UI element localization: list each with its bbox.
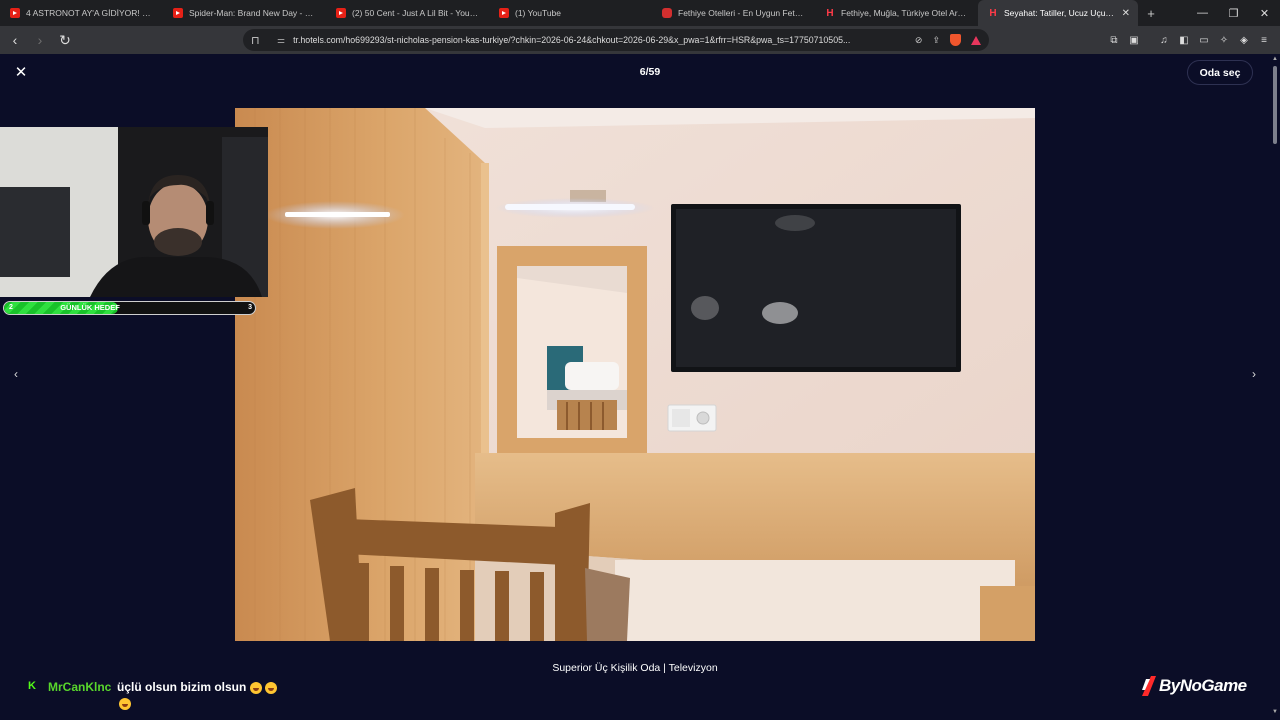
reload-icon[interactable]: ↻ xyxy=(55,30,75,50)
scroll-down-icon[interactable]: ▼ xyxy=(1272,709,1278,715)
goal-target: 3 xyxy=(248,304,252,311)
browser-tab[interactable]: (2) 50 Cent - Just A Lil Bit - YouTube xyxy=(326,0,489,26)
next-photo-icon[interactable]: › xyxy=(1245,365,1263,383)
brave-rewards-icon[interactable] xyxy=(971,35,981,45)
leo-ai-icon[interactable]: ✧ xyxy=(1218,35,1230,46)
youtube-icon xyxy=(336,8,346,18)
chat-text: üçlü olsun bizim olsun xyxy=(117,680,280,694)
tab-title: Fethiye Otelleri - En Uygun Fethiye O xyxy=(678,8,807,18)
wallet-icon[interactable]: ▭ xyxy=(1198,35,1210,46)
vpn-icon[interactable]: ◈ xyxy=(1238,35,1250,46)
hotels-icon: H xyxy=(826,7,834,19)
tab-title: 4 ASTRONOT AY'A GİDİYOR! CANLI Y xyxy=(26,8,155,18)
chat-emoji-line xyxy=(119,698,134,711)
browser-tab[interactable]: (1) YouTube xyxy=(489,0,652,26)
brave-shield-icon[interactable] xyxy=(950,34,961,46)
close-tab-icon[interactable]: ✕ xyxy=(1122,8,1130,19)
share-icon[interactable]: ⇪ xyxy=(932,35,940,46)
webcam-video xyxy=(0,127,268,297)
youtube-icon xyxy=(173,8,183,18)
page-scrollbar[interactable]: ▲ ▼ xyxy=(1270,54,1280,720)
goal-label: GÜNLÜK HEDEF xyxy=(60,303,120,312)
url-text[interactable]: tr.hotels.com/ho699293/st-nicholas-pensi… xyxy=(293,35,915,45)
brand-name: ByNoGame xyxy=(1159,676,1247,695)
screenshot-icon[interactable]: ▣ xyxy=(1128,35,1140,46)
minimize-icon[interactable]: — xyxy=(1187,0,1218,26)
address-bar-actions: ⊘ ⇪ xyxy=(915,34,981,46)
toolbar-extensions: ⧉ ▣ ♫ ◧ ▭ ✧ ◈ ≡ xyxy=(1108,26,1270,54)
browser-tab[interactable]: 4 ASTRONOT AY'A GİDİYOR! CANLI Y xyxy=(0,0,163,26)
youtube-icon xyxy=(10,8,20,18)
select-room-button[interactable]: Oda seç xyxy=(1187,60,1253,85)
kick-icon: K xyxy=(28,680,36,692)
window-controls: — ❐ ✕ xyxy=(1187,0,1280,26)
bookmark-icon[interactable]: ⊓ xyxy=(251,34,265,47)
bynogame-logo: ByNoGame xyxy=(1142,675,1247,697)
tab-title: Spider-Man: Brand New Day - Offici xyxy=(189,8,318,18)
close-gallery-icon[interactable]: ✕ xyxy=(12,64,30,82)
tab-title: Fethiye, Muğla, Türkiye Otel Arama xyxy=(841,8,970,18)
bynogame-mark-icon xyxy=(1142,676,1156,696)
reader-off-icon[interactable]: ⊘ xyxy=(915,35,923,46)
chat-message-text: üçlü olsun bizim olsun xyxy=(117,680,247,694)
room-photo xyxy=(235,108,1035,641)
browser-tab[interactable]: Spider-Man: Brand New Day - Offici xyxy=(163,0,326,26)
tab-title: (2) 50 Cent - Just A Lil Bit - YouTube xyxy=(352,8,481,18)
address-bar[interactable]: ⊓ ⚌ tr.hotels.com/ho699293/st-nicholas-p… xyxy=(243,29,989,51)
new-tab-icon[interactable]: + xyxy=(1138,0,1164,26)
photo-counter: 6/59 xyxy=(639,66,661,78)
screen: 4 ASTRONOT AY'A GİDİYOR! CANLI Y Spider-M… xyxy=(0,0,1280,720)
streamer-webcam xyxy=(0,127,268,297)
hotels-icon: H xyxy=(989,7,997,19)
browser-tab[interactable]: H Fethiye, Muğla, Türkiye Otel Arama xyxy=(815,0,978,26)
youtube-icon xyxy=(499,8,509,18)
forward-icon[interactable]: › xyxy=(30,30,50,50)
scrollbar-thumb[interactable] xyxy=(1273,66,1277,144)
browser-toolbar: ‹ › ↻ ⊓ ⚌ tr.hotels.com/ho699293/st-nich… xyxy=(0,26,1280,54)
extensions-icon[interactable]: ⧉ xyxy=(1108,35,1120,46)
grin-emoji-icon xyxy=(249,681,262,694)
browser-tab[interactable]: H Seyahat: Tatiller, Ucuz Uçuşlar, H ✕ xyxy=(978,0,1138,26)
media-icon[interactable]: ♫ xyxy=(1158,35,1170,46)
previous-photo-icon[interactable]: ‹ xyxy=(7,365,25,383)
restore-icon[interactable]: ❐ xyxy=(1218,0,1249,26)
photo-caption: Superior Üç Kişilik Oda | Televizyon xyxy=(552,662,718,674)
grin-emoji-icon xyxy=(264,681,277,694)
browser-tab-strip: 4 ASTRONOT AY'A GİDİYOR! CANLI Y Spider-M… xyxy=(0,0,1280,26)
back-icon[interactable]: ‹ xyxy=(5,30,25,50)
booking-icon xyxy=(662,8,672,18)
room-photo-image xyxy=(235,108,1035,641)
site-settings-icon[interactable]: ⚌ xyxy=(277,35,285,46)
browser-tab[interactable]: Fethiye Otelleri - En Uygun Fethiye O xyxy=(652,0,815,26)
grin-emoji-icon xyxy=(119,698,131,711)
close-window-icon[interactable]: ✕ xyxy=(1249,0,1280,26)
scroll-up-icon[interactable]: ▲ xyxy=(1272,56,1278,62)
chat-username: MrCanKlnc xyxy=(48,680,112,694)
sidebar-icon[interactable]: ◧ xyxy=(1178,35,1190,46)
menu-icon[interactable]: ≡ xyxy=(1258,35,1270,46)
tab-title: Seyahat: Tatiller, Ucuz Uçuşlar, H xyxy=(1004,8,1116,18)
daily-goal-progress: 2 GÜNLÜK HEDEF 3 xyxy=(3,301,256,315)
tab-title: (1) YouTube xyxy=(515,8,561,18)
